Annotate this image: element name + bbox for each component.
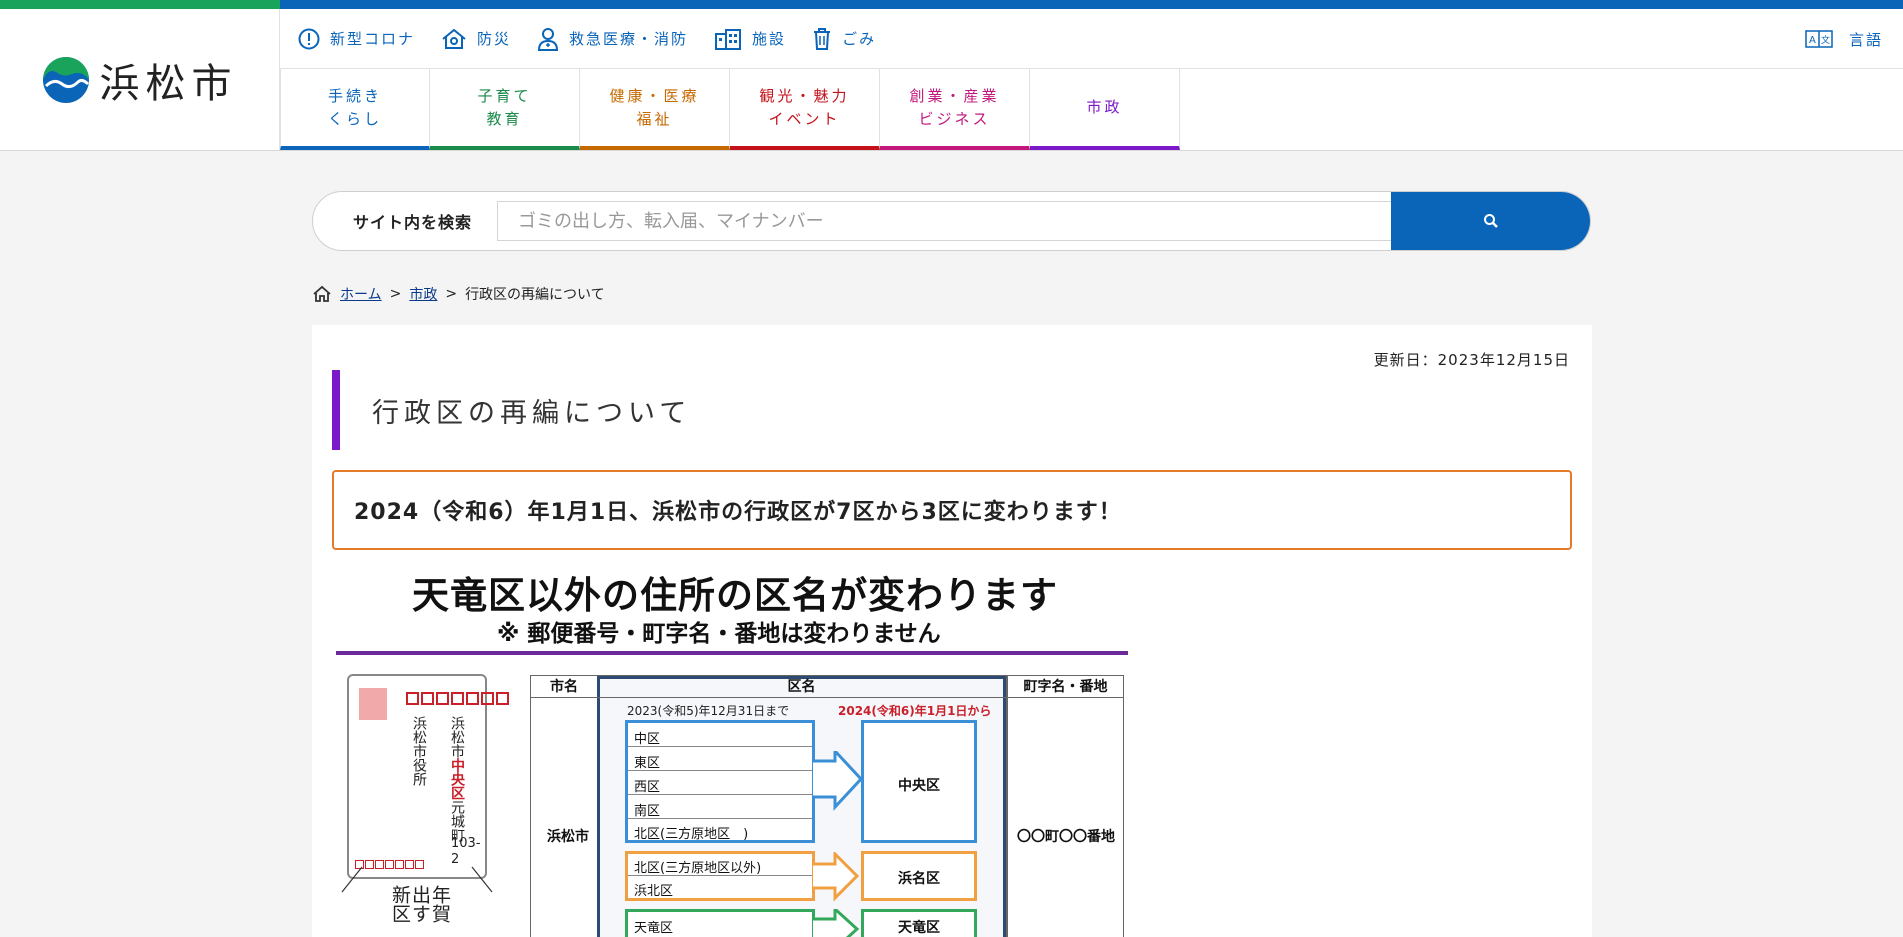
svg-text:文: 文 xyxy=(1821,34,1832,46)
old-ward: 北区(三方原地区 ) xyxy=(634,827,749,842)
postcard-recipient: 浜松市役所 xyxy=(411,716,427,786)
old-ward: 浜北区 xyxy=(634,884,674,899)
util-item-corona[interactable]: 新型コロナ xyxy=(298,28,415,50)
main-content: 更新日：2023年12月15日 行政区の再編について 2024（令和6）年1月1… xyxy=(312,325,1592,937)
old-ward: 天竜区 xyxy=(634,921,674,936)
old-ward: 西区 xyxy=(634,780,661,795)
row-divider xyxy=(628,818,812,819)
breadcrumb-current: 行政区の再編について xyxy=(465,287,605,303)
infographic-rule xyxy=(336,651,1128,655)
site-search: サイト内を検索 xyxy=(312,191,1591,251)
row-divider xyxy=(628,794,812,795)
label-before: 2023(令和5)年12月31日まで xyxy=(627,704,790,718)
new-ward-hamana: 浜名区 xyxy=(861,851,977,901)
notice-box: 2024（令和6）年1月1日、浜松市の行政区が7区から3区に変わります！ xyxy=(332,470,1572,550)
site-logo[interactable]: 浜松市 xyxy=(42,51,238,109)
gnav-item-childcare[interactable]: 子育て 教育 xyxy=(430,69,580,150)
doctor-icon xyxy=(538,27,559,51)
top-accent-strip-blue xyxy=(280,0,1903,9)
redistricting-infographic: 天竜区以外の住所の区名が変わります ※ 郵便番号・町字名・番地は変わりません 浜… xyxy=(332,557,1132,937)
translate-icon: A文 xyxy=(1805,30,1833,48)
search-input[interactable] xyxy=(497,201,1393,241)
util-label: 防災 xyxy=(477,30,512,48)
infographic-subtitle: ※ 郵便番号・町字名・番地は変わりません xyxy=(497,621,941,647)
new-ward-label: 天竜区 xyxy=(898,920,940,936)
postcard-address-city: 浜松市 xyxy=(449,716,465,758)
site-name: 浜松市 xyxy=(99,60,238,107)
util-label: 施設 xyxy=(752,30,787,48)
search-button[interactable] xyxy=(1391,192,1590,250)
new-ward-label: 中央区 xyxy=(898,778,940,794)
nenga-text: 年賀 出す 新区 xyxy=(389,885,451,923)
header-town: 町字名・番地 xyxy=(1023,679,1108,695)
old-ward: 南区 xyxy=(634,804,661,819)
util-item-emergency[interactable]: 救急医療・消防 xyxy=(537,27,688,51)
old-wards-group-central: 中区 東区 西区 南区 北区(三方原地区 ) xyxy=(625,720,815,843)
top-accent-strip xyxy=(0,0,280,9)
house-shield-icon xyxy=(442,28,466,49)
old-wards-group-tenryu: 天竜区 xyxy=(625,909,815,937)
gnav-item-health[interactable]: 健康・医療 福祉 xyxy=(580,69,730,150)
old-ward: 中区 xyxy=(634,732,661,747)
page-title-block: 行政区の再編について xyxy=(332,370,691,450)
hamamatsu-logo-icon xyxy=(42,56,89,103)
new-ward-label: 浜名区 xyxy=(898,871,940,887)
ward-change-table: 市名 区名 町字名・番地 2023(令和5)年12月31日まで 2024(令和6… xyxy=(530,675,1124,937)
new-ward-tenryu: 天竜区 xyxy=(861,909,977,937)
breadcrumb-separator: > xyxy=(389,286,402,302)
nenga-line-1: 年賀 xyxy=(429,885,451,923)
gnav-item-procedures[interactable]: 手続き くらし xyxy=(280,69,430,150)
util-item-garbage[interactable]: ごみ xyxy=(812,27,876,51)
gnav-item-tourism[interactable]: 観光・魅力 イベント xyxy=(730,69,880,150)
row-divider xyxy=(628,875,812,876)
util-label: ごみ xyxy=(842,30,877,48)
row-divider xyxy=(628,746,812,747)
breadcrumb: ホーム > 市政 > 行政区の再編について xyxy=(312,284,605,304)
breadcrumb-separator: > xyxy=(445,286,458,302)
table-divider xyxy=(1006,676,1008,937)
updated-date: 更新日：2023年12月15日 xyxy=(1373,351,1570,369)
postcard-address: 浜松市中央区元城町 xyxy=(449,716,465,842)
utility-nav: 新型コロナ 防災 救急医療・消防 施設 ごみ A文 言語 xyxy=(280,9,1903,69)
site-header: 浜松市 新型コロナ 防災 救急医療・消防 施設 ごみ A文 言語 手続き くらし… xyxy=(0,9,1903,151)
new-ward-central: 中央区 xyxy=(861,720,977,843)
language-label: 言語 xyxy=(1848,30,1883,49)
nenga-line-3: 新区 xyxy=(389,885,411,923)
util-label: 救急医療・消防 xyxy=(569,30,689,48)
home-icon xyxy=(313,285,331,302)
old-ward: 北区(三方原地区以外) xyxy=(634,861,762,876)
infographic-title: 天竜区以外の住所の区名が変わります xyxy=(412,574,1058,617)
label-after: 2024(令和6)年1月1日から xyxy=(838,704,992,718)
town-name: 〇〇町〇〇番地 xyxy=(1017,829,1115,845)
gnav-item-business[interactable]: 創業・産業 ビジネス xyxy=(880,69,1030,150)
nenga-line-2: 出す xyxy=(409,885,431,923)
row-divider xyxy=(628,770,812,771)
stamp-icon xyxy=(359,688,387,720)
logo-area: 浜松市 xyxy=(0,9,280,150)
breadcrumb-home-link[interactable]: ホーム xyxy=(340,284,382,304)
breadcrumb-parent-link[interactable]: 市政 xyxy=(409,284,437,304)
header-city: 市名 xyxy=(550,679,578,695)
old-ward: 東区 xyxy=(634,756,661,771)
util-item-facilities[interactable]: 施設 xyxy=(714,28,786,50)
search-icon xyxy=(1483,214,1498,228)
util-label: 新型コロナ xyxy=(330,30,416,48)
search-label: サイト内を検索 xyxy=(353,213,473,232)
postal-code-boxes xyxy=(406,692,511,705)
table-header: 市名 区名 町字名・番地 xyxy=(531,676,1123,698)
postcard-address-ku: 中央区 xyxy=(449,758,465,800)
gnav-item-city-admin[interactable]: 市政 xyxy=(1030,69,1180,150)
util-item-bousai[interactable]: 防災 xyxy=(441,28,511,50)
global-nav: 手続き くらし 子育て 教育 健康・医療 福祉 観光・魅力 イベント 創業・産業… xyxy=(280,69,1180,150)
svg-text:A: A xyxy=(1809,35,1818,46)
building-icon xyxy=(715,28,742,50)
info-circle-icon xyxy=(298,28,320,49)
language-switch[interactable]: A文 言語 xyxy=(1805,9,1883,69)
page-title: 行政区の再編について xyxy=(372,397,692,429)
header-ward: 区名 xyxy=(787,679,816,695)
old-wards-group-hamana: 北区(三方原地区以外) 浜北区 xyxy=(625,851,815,901)
city-name: 浜松市 xyxy=(547,829,589,845)
trash-icon xyxy=(814,27,831,50)
